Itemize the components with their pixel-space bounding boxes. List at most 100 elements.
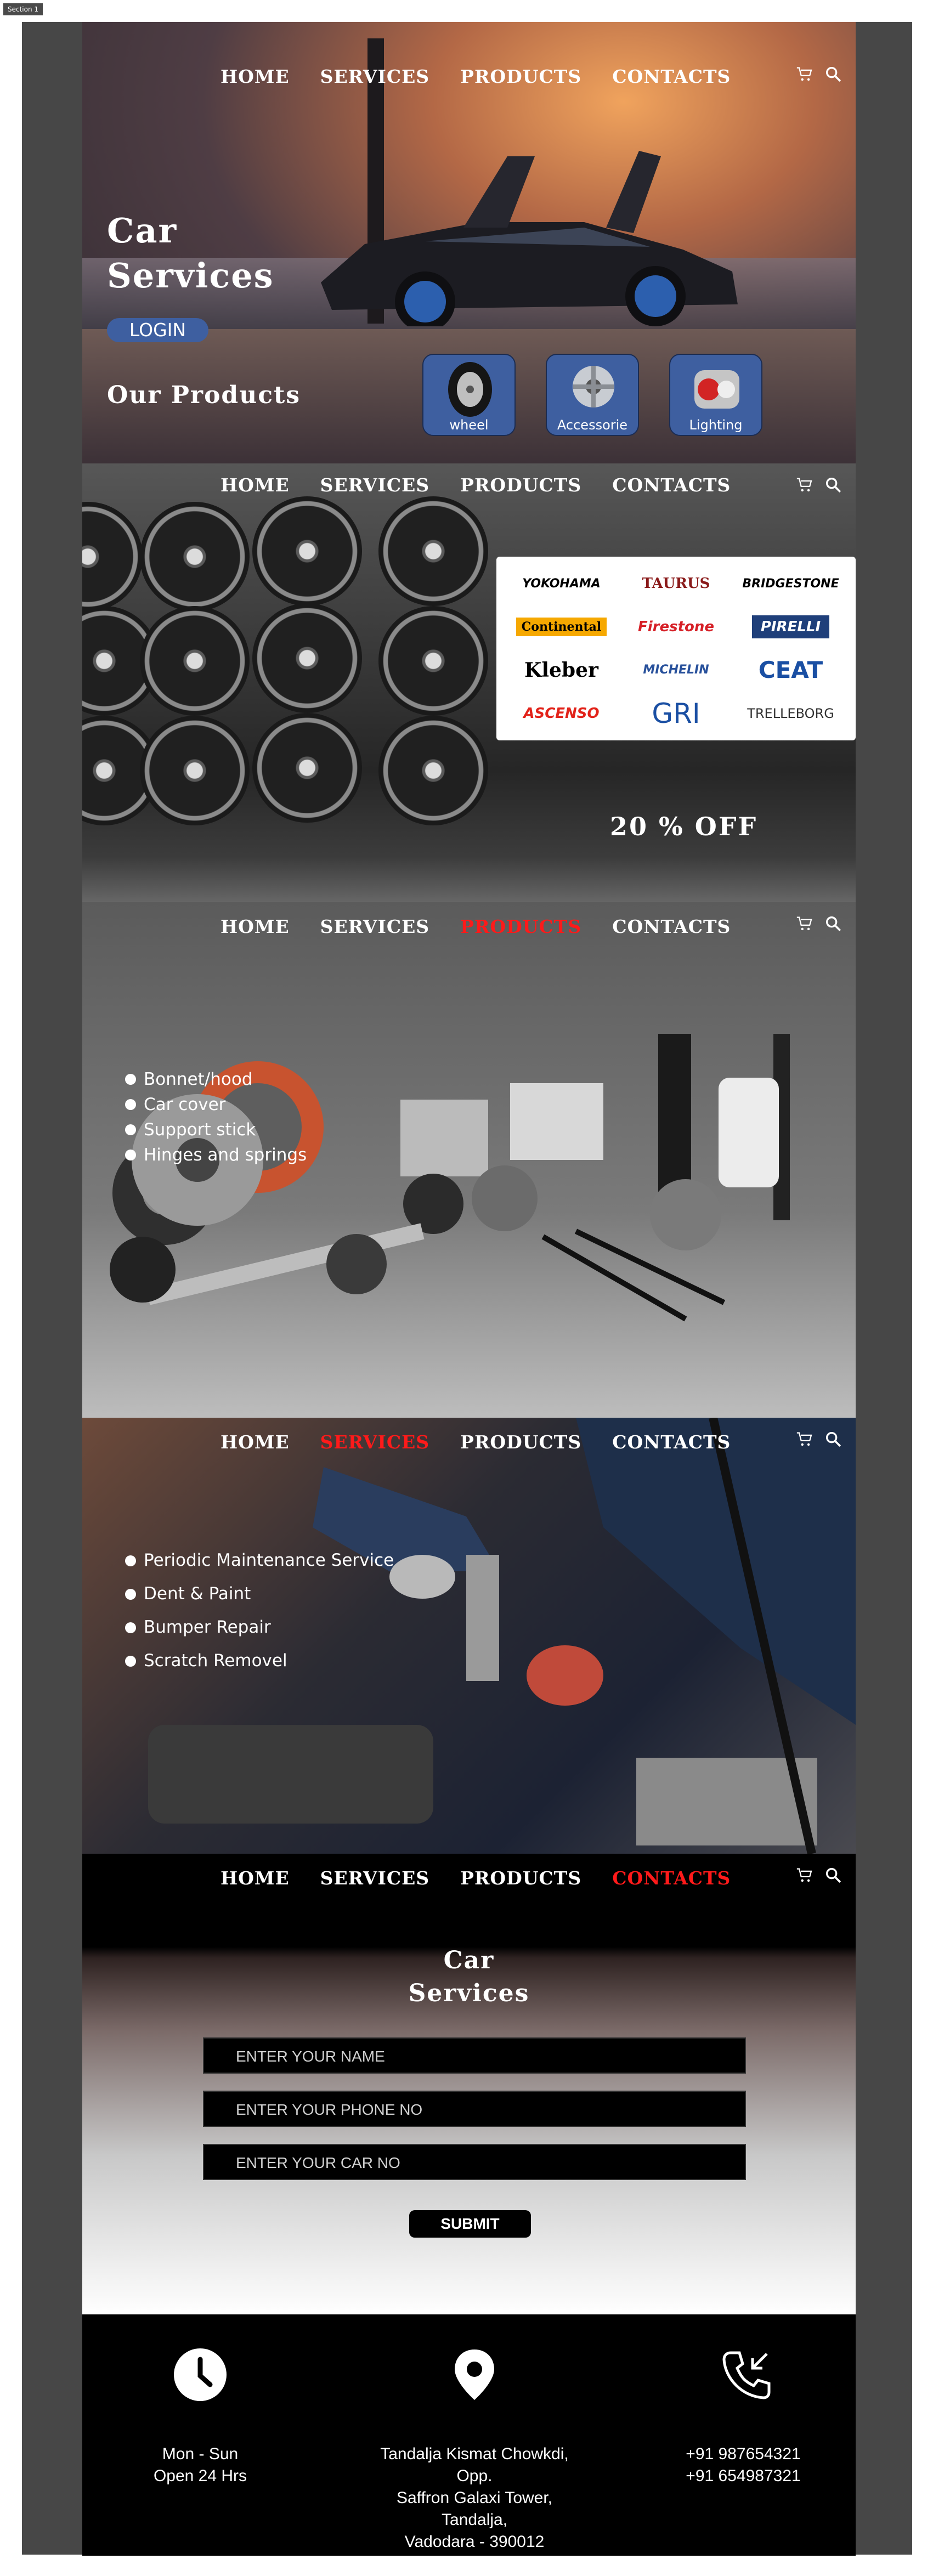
nav-home[interactable]: HOME — [220, 66, 290, 87]
nav-products[interactable]: PRODUCTS — [460, 1431, 581, 1453]
nav-products[interactable]: PRODUCTS — [460, 66, 581, 87]
brand-logo-pirelli: PIRELLI — [733, 605, 848, 649]
name-field[interactable]: ENTER YOUR NAME — [203, 2037, 746, 2074]
phone-call-icon — [722, 2351, 771, 2399]
nav-contacts[interactable]: CONTACTS — [612, 474, 731, 496]
nav-products[interactable]: PRODUCTS — [460, 1867, 581, 1889]
contact-section: HOME SERVICES PRODUCTS CONTACTS Car Serv… — [82, 1854, 856, 2314]
product-card-label: Accessorie — [557, 417, 628, 433]
products-section: HOME SERVICES PRODUCTS CONTACTS Bonnet/h… — [82, 902, 856, 1418]
brand-logo-ceat: CEAT — [758, 656, 823, 684]
search-icon[interactable] — [824, 1866, 842, 1884]
nav-services[interactable]: SERVICES — [320, 1431, 430, 1453]
main-nav: HOME SERVICES PRODUCTS CONTACTS — [220, 1431, 731, 1453]
wheel-image — [140, 716, 250, 825]
opening-hours: Mon - Sun Open 24 Hrs — [137, 2443, 263, 2487]
brands-section: HOME SERVICES PRODUCTS CONTACTS YOKOHAMA… — [82, 463, 856, 902]
wheel-image — [378, 496, 488, 606]
section-label: Section 1 — [3, 3, 43, 15]
brand-logo-firestone: Firestone — [637, 619, 715, 636]
brand-logos-panel: YOKOHAMA TAURUS BRIDGESTONE Continental … — [496, 557, 856, 740]
nav-home[interactable]: HOME — [220, 474, 290, 496]
phone-number[interactable]: +91 654987321 — [664, 2465, 823, 2487]
wheel-image — [140, 502, 250, 612]
hero-title: Car Services — [107, 208, 274, 298]
hero-section: HOME SERVICES PRODUCTS CONTACTS Car Serv… — [82, 22, 856, 463]
service-list: Periodic Maintenance Service Dent & Pain… — [125, 1544, 394, 1678]
brand-logo-continental: Continental — [504, 605, 619, 649]
our-products-heading: Our Products — [107, 381, 301, 409]
nav-services[interactable]: SERVICES — [320, 916, 430, 937]
cart-icon[interactable] — [795, 475, 814, 494]
list-item: Support stick — [125, 1117, 307, 1142]
nav-home[interactable]: HOME — [220, 1431, 290, 1453]
search-icon[interactable] — [824, 914, 842, 933]
nav-icons — [795, 475, 842, 494]
nav-products[interactable]: PRODUCTS — [460, 474, 581, 496]
nav-contacts[interactable]: CONTACTS — [612, 1867, 731, 1889]
product-card-lighting[interactable]: Lighting — [669, 354, 762, 436]
lighting-icon — [694, 370, 739, 409]
footer: Mon - Sun Open 24 Hrs Tandalja Kismat Ch… — [82, 2314, 856, 2556]
main-nav: HOME SERVICES PRODUCTS CONTACTS — [220, 1867, 731, 1889]
discount-text: 20 % OFF — [610, 812, 758, 841]
product-card-label: Lighting — [689, 417, 743, 433]
sports-car-image — [321, 151, 738, 326]
main-nav: HOME SERVICES PRODUCTS CONTACTS — [220, 474, 731, 496]
wheel-image — [140, 606, 250, 716]
nav-services[interactable]: SERVICES — [320, 1867, 430, 1889]
nav-services[interactable]: SERVICES — [320, 474, 430, 496]
wheel-icon — [448, 362, 492, 417]
product-card-wheel[interactable]: wheel — [422, 354, 516, 436]
nav-icons — [795, 914, 842, 933]
submit-button[interactable]: SUBMIT — [409, 2210, 531, 2238]
wheel-image — [378, 606, 488, 716]
clock-icon — [174, 2348, 227, 2401]
hero-title-line2: Services — [107, 256, 274, 296]
nav-contacts[interactable]: CONTACTS — [612, 1431, 731, 1453]
car-number-field[interactable]: ENTER YOUR CAR NO — [203, 2144, 746, 2180]
list-item: Scratch Removel — [125, 1644, 394, 1678]
services-section: HOME SERVICES PRODUCTS CONTACTS Periodic… — [82, 1418, 856, 1854]
list-item: Periodic Maintenance Service — [125, 1544, 394, 1577]
wheel-image — [252, 496, 362, 606]
cart-icon[interactable] — [795, 1866, 814, 1884]
form-title-line1: Car — [443, 1946, 495, 1974]
phone-field[interactable]: ENTER YOUR PHONE NO — [203, 2091, 746, 2127]
login-button[interactable]: LOGIN — [107, 318, 208, 342]
search-icon[interactable] — [824, 1430, 842, 1448]
wheel-image — [82, 502, 143, 612]
hours-line: Mon - Sun — [162, 2445, 239, 2463]
location-pin-icon — [455, 2349, 494, 2400]
cart-icon[interactable] — [795, 65, 814, 83]
hours-line: Open 24 Hrs — [153, 2467, 247, 2485]
list-item: Bonnet/hood — [125, 1067, 307, 1092]
search-icon[interactable] — [824, 475, 842, 494]
search-icon[interactable] — [824, 65, 842, 83]
accessories-icon — [573, 366, 614, 407]
brand-logo-bridgestone: BRIDGESTONE — [742, 576, 839, 591]
list-item: Dent & Paint — [125, 1577, 394, 1611]
cart-icon[interactable] — [795, 1430, 814, 1448]
form-title-line2: Services — [408, 1979, 530, 2007]
cart-icon[interactable] — [795, 914, 814, 933]
nav-services[interactable]: SERVICES — [320, 66, 430, 87]
nav-contacts[interactable]: CONTACTS — [612, 66, 731, 87]
nav-products[interactable]: PRODUCTS — [460, 916, 581, 937]
address-line: Vadodara - 390012 — [404, 2533, 545, 2551]
brand-logo-yokohama: YOKOHAMA — [522, 576, 601, 591]
product-card-accessories[interactable]: Accessorie — [546, 354, 639, 436]
nav-contacts[interactable]: CONTACTS — [612, 916, 731, 937]
brand-logo-gri: GRI — [652, 697, 700, 729]
nav-home[interactable]: HOME — [220, 1867, 290, 1889]
wheel-image — [252, 713, 362, 823]
product-list: Bonnet/hood Car cover Support stick Hing… — [125, 1067, 307, 1168]
list-item: Hinges and springs — [125, 1142, 307, 1168]
nav-home[interactable]: HOME — [220, 916, 290, 937]
product-card-label: wheel — [449, 417, 489, 433]
phone-number[interactable]: +91 987654321 — [664, 2443, 823, 2465]
address-line: Saffron Galaxi Tower, Tandalja, — [396, 2489, 553, 2529]
address: Tandalja Kismat Chowkdi, Opp. Saffron Ga… — [362, 2443, 587, 2553]
brand-logo-trelleborg: TRELLEBORG — [747, 705, 834, 721]
list-item: Bumper Repair — [125, 1611, 394, 1644]
